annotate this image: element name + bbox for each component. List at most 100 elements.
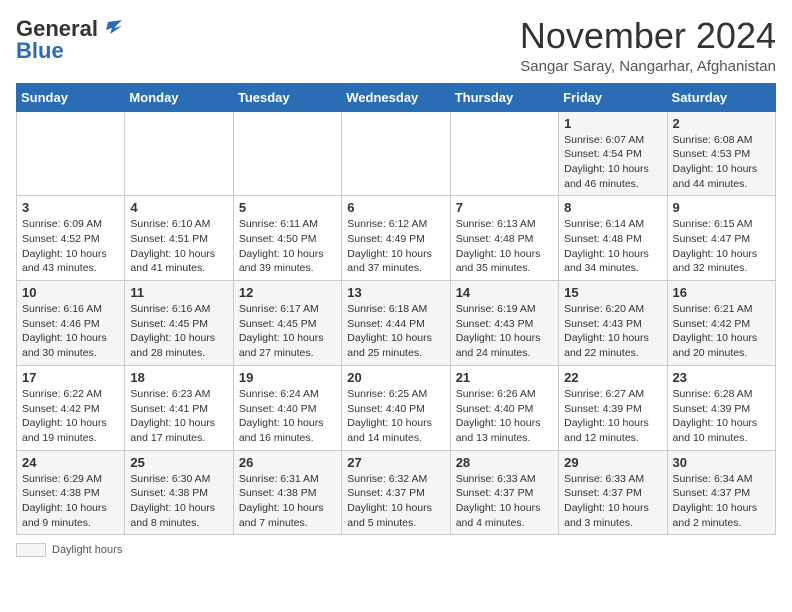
calendar-cell: 20Sunrise: 6:25 AMSunset: 4:40 PMDayligh…: [342, 365, 450, 450]
calendar-cell: [125, 111, 233, 196]
weekday-header-wednesday: Wednesday: [342, 83, 450, 111]
day-number: 15: [564, 285, 661, 300]
day-info: Sunrise: 6:13 AMSunset: 4:48 PMDaylight:…: [456, 217, 553, 276]
calendar-week-1: 1 Sunrise: 6:07 AMSunset: 4:54 PMDaylight…: [17, 111, 776, 196]
day-info: Sunrise: 6:24 AMSunset: 4:40 PMDaylight:…: [239, 387, 336, 446]
day-number: 21: [456, 370, 553, 385]
calendar-cell: 28 Sunrise: 6:33 AMSunset: 4:37 PMDayligh…: [450, 450, 558, 535]
day-number: 4: [130, 200, 227, 215]
day-number: 29: [564, 455, 661, 470]
calendar-week-2: 3 Sunrise: 6:09 AMSunset: 4:52 PMDaylight…: [17, 196, 776, 281]
calendar-cell: 7 Sunrise: 6:13 AMSunset: 4:48 PMDaylight…: [450, 196, 558, 281]
calendar-cell: 16Sunrise: 6:21 AMSunset: 4:42 PMDayligh…: [667, 281, 775, 366]
weekday-header-tuesday: Tuesday: [233, 83, 341, 111]
day-info: Sunrise: 6:33 AMSunset: 4:37 PMDaylight:…: [456, 472, 553, 531]
day-number: 18: [130, 370, 227, 385]
day-info: Sunrise: 6:21 AMSunset: 4:42 PMDaylight:…: [673, 302, 770, 361]
calendar-cell: 21 Sunrise: 6:26 AMSunset: 4:40 PMDayligh…: [450, 365, 558, 450]
calendar-week-4: 17 Sunrise: 6:22 AMSunset: 4:42 PMDayligh…: [17, 365, 776, 450]
day-info: Sunrise: 6:23 AMSunset: 4:41 PMDaylight:…: [130, 387, 227, 446]
day-info: Sunrise: 6:25 AMSunset: 4:40 PMDaylight:…: [347, 387, 444, 446]
weekday-header-thursday: Thursday: [450, 83, 558, 111]
weekday-header-saturday: Saturday: [667, 83, 775, 111]
day-number: 27: [347, 455, 444, 470]
day-info: Sunrise: 6:09 AMSunset: 4:52 PMDaylight:…: [22, 217, 119, 276]
day-number: 7: [456, 200, 553, 215]
day-info: Sunrise: 6:07 AMSunset: 4:54 PMDaylight:…: [564, 133, 661, 192]
day-number: 13: [347, 285, 444, 300]
day-info: Sunrise: 6:22 AMSunset: 4:42 PMDaylight:…: [22, 387, 119, 446]
weekday-header-monday: Monday: [125, 83, 233, 111]
calendar-week-3: 10Sunrise: 6:16 AMSunset: 4:46 PMDayligh…: [17, 281, 776, 366]
day-number: 1: [564, 116, 661, 131]
day-info: Sunrise: 6:28 AMSunset: 4:39 PMDaylight:…: [673, 387, 770, 446]
day-info: Sunrise: 6:26 AMSunset: 4:40 PMDaylight:…: [456, 387, 553, 446]
weekday-header-sunday: Sunday: [17, 83, 125, 111]
calendar-cell: [233, 111, 341, 196]
day-info: Sunrise: 6:12 AMSunset: 4:49 PMDaylight:…: [347, 217, 444, 276]
calendar-cell: 13 Sunrise: 6:18 AMSunset: 4:44 PMDayligh…: [342, 281, 450, 366]
page-title: November 2024: [520, 16, 776, 56]
day-number: 9: [673, 200, 770, 215]
calendar-table: SundayMondayTuesdayWednesdayThursdayFrid…: [16, 83, 776, 536]
day-info: Sunrise: 6:31 AMSunset: 4:38 PMDaylight:…: [239, 472, 336, 531]
day-info: Sunrise: 6:29 AMSunset: 4:38 PMDaylight:…: [22, 472, 119, 531]
calendar-cell: 9 Sunrise: 6:15 AMSunset: 4:47 PMDaylight…: [667, 196, 775, 281]
calendar-cell: [450, 111, 558, 196]
calendar-cell: 4 Sunrise: 6:10 AMSunset: 4:51 PMDaylight…: [125, 196, 233, 281]
day-info: Sunrise: 6:19 AMSunset: 4:43 PMDaylight:…: [456, 302, 553, 361]
day-number: 28: [456, 455, 553, 470]
day-number: 26: [239, 455, 336, 470]
calendar-cell: 25 Sunrise: 6:30 AMSunset: 4:38 PMDayligh…: [125, 450, 233, 535]
calendar-cell: 12Sunrise: 6:17 AMSunset: 4:45 PMDayligh…: [233, 281, 341, 366]
day-info: Sunrise: 6:11 AMSunset: 4:50 PMDaylight:…: [239, 217, 336, 276]
day-number: 19: [239, 370, 336, 385]
page-subtitle: Sangar Saray, Nangarhar, Afghanistan: [520, 58, 776, 75]
daylight-swatch: [16, 543, 46, 557]
day-info: Sunrise: 6:15 AMSunset: 4:47 PMDaylight:…: [673, 217, 770, 276]
calendar-cell: 14 Sunrise: 6:19 AMSunset: 4:43 PMDayligh…: [450, 281, 558, 366]
day-info: Sunrise: 6:33 AMSunset: 4:37 PMDaylight:…: [564, 472, 661, 531]
logo-bird-icon: [100, 18, 122, 40]
calendar-cell: [17, 111, 125, 196]
day-number: 24: [22, 455, 119, 470]
calendar-cell: 29 Sunrise: 6:33 AMSunset: 4:37 PMDayligh…: [559, 450, 667, 535]
calendar-cell: [342, 111, 450, 196]
calendar-cell: 27 Sunrise: 6:32 AMSunset: 4:37 PMDayligh…: [342, 450, 450, 535]
day-number: 11: [130, 285, 227, 300]
daylight-label: Daylight hours: [52, 544, 122, 556]
calendar-cell: 23 Sunrise: 6:28 AMSunset: 4:39 PMDayligh…: [667, 365, 775, 450]
calendar-cell: 2Sunrise: 6:08 AMSunset: 4:53 PMDaylight…: [667, 111, 775, 196]
day-number: 14: [456, 285, 553, 300]
calendar-cell: 30Sunrise: 6:34 AMSunset: 4:37 PMDayligh…: [667, 450, 775, 535]
logo-blue: Blue: [16, 38, 64, 64]
calendar-cell: 22 Sunrise: 6:27 AMSunset: 4:39 PMDayligh…: [559, 365, 667, 450]
day-info: Sunrise: 6:18 AMSunset: 4:44 PMDaylight:…: [347, 302, 444, 361]
day-number: 23: [673, 370, 770, 385]
day-number: 3: [22, 200, 119, 215]
day-info: Sunrise: 6:30 AMSunset: 4:38 PMDaylight:…: [130, 472, 227, 531]
day-info: Sunrise: 6:14 AMSunset: 4:48 PMDaylight:…: [564, 217, 661, 276]
day-info: Sunrise: 6:10 AMSunset: 4:51 PMDaylight:…: [130, 217, 227, 276]
calendar-week-5: 24 Sunrise: 6:29 AMSunset: 4:38 PMDayligh…: [17, 450, 776, 535]
calendar-cell: 5Sunrise: 6:11 AMSunset: 4:50 PMDaylight…: [233, 196, 341, 281]
header: General Blue November 2024 Sangar Saray,…: [16, 16, 776, 75]
calendar-cell: 18 Sunrise: 6:23 AMSunset: 4:41 PMDayligh…: [125, 365, 233, 450]
day-number: 22: [564, 370, 661, 385]
weekday-header-friday: Friday: [559, 83, 667, 111]
logo: General Blue: [16, 16, 122, 64]
title-area: November 2024 Sangar Saray, Nangarhar, A…: [520, 16, 776, 75]
day-info: Sunrise: 6:34 AMSunset: 4:37 PMDaylight:…: [673, 472, 770, 531]
day-info: Sunrise: 6:27 AMSunset: 4:39 PMDaylight:…: [564, 387, 661, 446]
day-info: Sunrise: 6:32 AMSunset: 4:37 PMDaylight:…: [347, 472, 444, 531]
day-number: 17: [22, 370, 119, 385]
calendar-cell: 1 Sunrise: 6:07 AMSunset: 4:54 PMDaylight…: [559, 111, 667, 196]
day-number: 6: [347, 200, 444, 215]
day-number: 8: [564, 200, 661, 215]
day-number: 25: [130, 455, 227, 470]
calendar-cell: 26 Sunrise: 6:31 AMSunset: 4:38 PMDayligh…: [233, 450, 341, 535]
calendar-cell: 24 Sunrise: 6:29 AMSunset: 4:38 PMDayligh…: [17, 450, 125, 535]
day-number: 12: [239, 285, 336, 300]
calendar-cell: 11Sunrise: 6:16 AMSunset: 4:45 PMDayligh…: [125, 281, 233, 366]
day-info: Sunrise: 6:16 AMSunset: 4:46 PMDaylight:…: [22, 302, 119, 361]
